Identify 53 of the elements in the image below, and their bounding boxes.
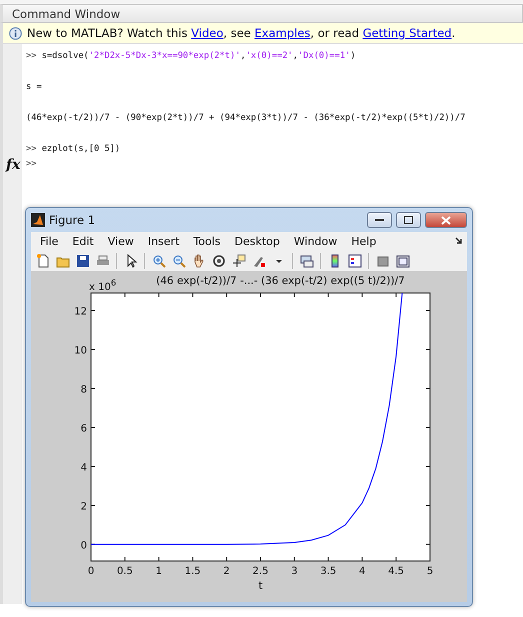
figure-logo-icon bbox=[31, 213, 45, 227]
x-axis-label: t bbox=[258, 580, 263, 592]
menu-item[interactable]: File bbox=[33, 234, 66, 248]
command-line: >> ezplot(s,[0 5]) bbox=[26, 143, 122, 155]
x-tick-label: 1.5 bbox=[184, 566, 201, 577]
maximize-button[interactable] bbox=[396, 212, 421, 228]
maximize-icon bbox=[404, 216, 413, 224]
close-icon bbox=[441, 216, 451, 224]
minimize-icon bbox=[375, 218, 384, 222]
y-tick-label: 6 bbox=[80, 423, 87, 434]
output-line: s = bbox=[26, 81, 43, 93]
command-line: >> s=dsolve('2*D2x-5*Dx-3*x==90*exp(2*t)','x(0)==2','Dx(0)==1') bbox=[26, 50, 357, 62]
menu-item[interactable]: View bbox=[100, 234, 141, 248]
menu-item[interactable]: Edit bbox=[65, 234, 101, 248]
x-tick-label: 3.5 bbox=[320, 566, 336, 577]
menu-item[interactable]: Tools bbox=[186, 234, 228, 248]
menu-item[interactable]: Desktop bbox=[228, 234, 287, 248]
y-tick-label: 2 bbox=[80, 501, 87, 512]
notice-link[interactable]: Examples bbox=[254, 26, 310, 40]
y-tick-label: 8 bbox=[80, 384, 87, 396]
info-icon bbox=[9, 26, 22, 40]
window-title: Figure 1 bbox=[49, 213, 96, 227]
command-prompt[interactable]: >> bbox=[26, 159, 36, 169]
y-tick-label: 10 bbox=[74, 346, 87, 357]
x-tick-label: 2.5 bbox=[252, 566, 268, 577]
notice-link[interactable]: Video bbox=[191, 26, 224, 40]
x-tick-label: 4.5 bbox=[388, 566, 404, 577]
y-tick-label: 0 bbox=[80, 540, 87, 552]
y-tick-label: 4 bbox=[80, 462, 87, 474]
data-cursor-icon[interactable] bbox=[230, 252, 247, 269]
new-file-icon[interactable] bbox=[34, 252, 51, 269]
dock-arrow-icon[interactable] bbox=[455, 237, 463, 245]
notice-link[interactable]: Getting Started bbox=[362, 26, 452, 40]
notice-text: New to MATLAB? Watch this Video, see Examples, or read Getting Started. bbox=[27, 26, 456, 40]
menu-item[interactable]: Help bbox=[344, 234, 384, 248]
output-line: (46*exp(-t/2))/7 - (90*exp(2*t))/7 + (94*exp(3*t))/7 - (36*exp(-t/2)*exp((5*t)/2))/7 bbox=[26, 112, 466, 124]
plot-title: (46 exp(-t/2))/7 -...- (36 exp(-t/2) exp((5 t)/2))/7 bbox=[156, 275, 405, 287]
close-button[interactable] bbox=[425, 212, 467, 228]
x-tick-label: 0 bbox=[88, 566, 94, 577]
x-tick-label: 1 bbox=[156, 566, 162, 577]
x-tick-label: 0.5 bbox=[116, 566, 133, 577]
menu-item[interactable]: Insert bbox=[140, 234, 186, 248]
menu-item[interactable]: Window bbox=[286, 234, 344, 248]
y-tick-label: 12 bbox=[74, 306, 87, 318]
save-icon[interactable] bbox=[74, 252, 91, 269]
x-tick-label: 2 bbox=[223, 566, 230, 577]
minimize-button[interactable] bbox=[367, 212, 392, 228]
x-tick-label: 3 bbox=[291, 566, 298, 577]
x-tick-label: 4 bbox=[359, 566, 366, 577]
function-browser-button[interactable]: fx bbox=[6, 157, 20, 173]
x-tick-label: 5 bbox=[426, 566, 434, 577]
legend-icon[interactable] bbox=[346, 252, 363, 269]
panel-title: Command Window bbox=[0, 4, 523, 23]
